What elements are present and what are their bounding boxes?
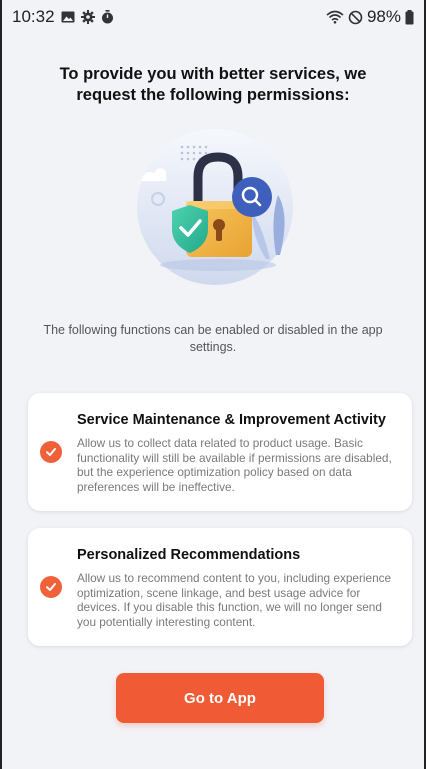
wifi-icon: [326, 10, 344, 24]
gear-icon: [80, 10, 95, 24]
permission-screen: 10:32 98% To provide you with better ser…: [0, 0, 426, 769]
do-not-disturb-icon: [348, 10, 363, 25]
permission-description: Allow us to collect data related to prod…: [77, 436, 392, 494]
battery-percent: 98%: [366, 7, 401, 26]
check-circle-icon[interactable]: [40, 576, 62, 598]
page-title: To provide you with better services, we …: [59, 65, 367, 104]
permission-card[interactable]: Personalized Recommendations Allow us to…: [28, 528, 412, 646]
timer-icon: [101, 10, 114, 24]
settings-hint-text: The following functions can be enabled o…: [43, 323, 383, 354]
go-to-app-button[interactable]: Go to App: [116, 673, 324, 723]
status-time: 10:32: [12, 7, 55, 26]
permission-title: Personalized Recommendations: [77, 547, 301, 563]
status-bar-right: 98%: [326, 7, 414, 27]
permission-card[interactable]: Service Maintenance & Improvement Activi…: [28, 393, 412, 511]
status-bar-left: 10:32: [12, 7, 114, 27]
check-circle-icon[interactable]: [40, 441, 62, 463]
status-bar: 10:32 98%: [2, 0, 424, 34]
privacy-lock-illustration: [130, 125, 300, 295]
permission-title: Service Maintenance & Improvement Activi…: [77, 412, 386, 428]
battery-icon: [405, 9, 414, 25]
gallery-icon: [61, 11, 75, 23]
permission-description: Allow us to recommend content to you, in…: [77, 571, 392, 629]
